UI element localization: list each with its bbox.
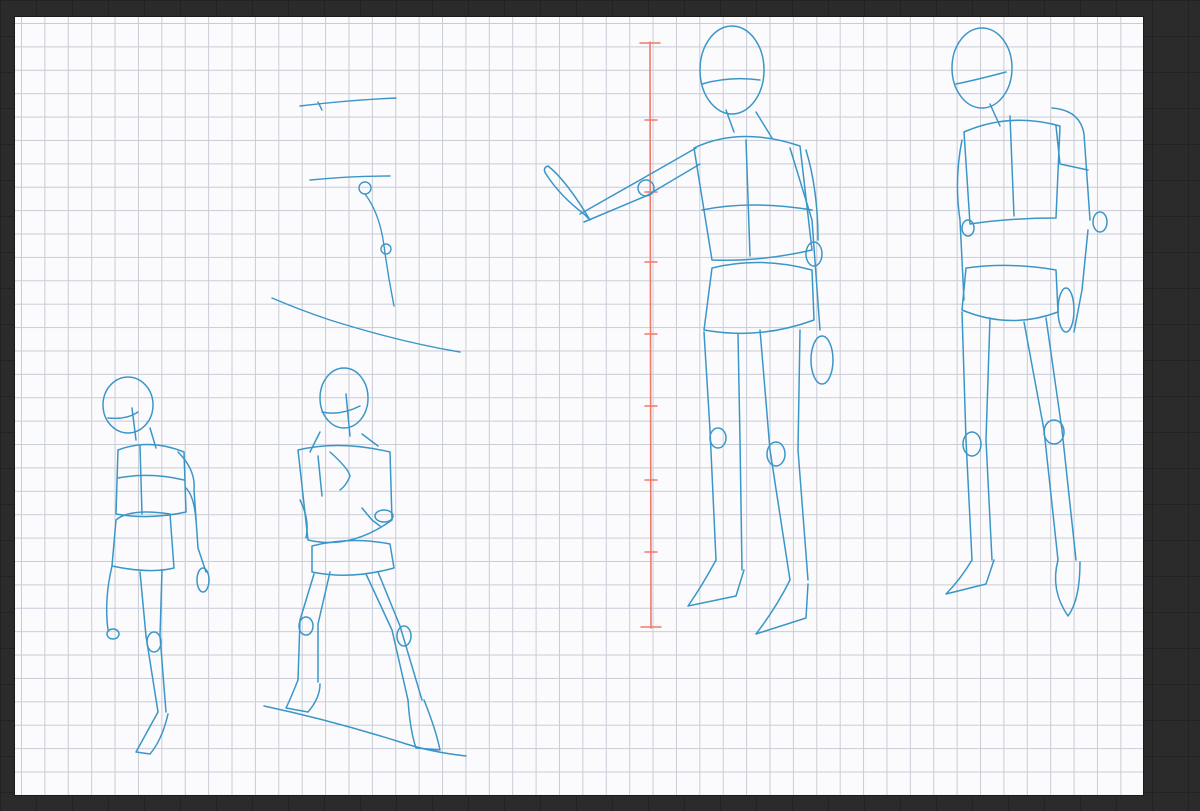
drawing-canvas[interactable] [15,17,1143,795]
